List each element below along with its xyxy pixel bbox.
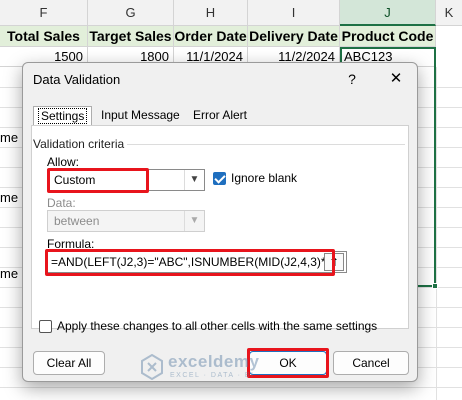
- highlight-formula: [45, 249, 335, 276]
- group-divider: [127, 144, 405, 145]
- apply-all-checkbox[interactable]: [39, 320, 52, 333]
- logo-icon: [141, 354, 163, 380]
- gridline: [0, 387, 462, 388]
- tab-input-message[interactable]: Input Message: [97, 106, 184, 126]
- table-header-row: Total Sales Target Sales Order Date Deli…: [0, 26, 462, 47]
- clear-all-button[interactable]: Clear All: [33, 351, 105, 375]
- tab-settings[interactable]: Settings: [33, 106, 93, 126]
- apply-all-label[interactable]: Apply these changes to all other cells w…: [57, 319, 377, 333]
- watermark-name: exceldemy: [168, 352, 260, 371]
- header-total-sales[interactable]: Total Sales: [0, 26, 88, 47]
- watermark-logo: exceldemy EXCEL · DATA · BI: [140, 352, 270, 382]
- gridline: [436, 67, 437, 400]
- dialog-title-bar[interactable]: Data Validation ? ✕: [23, 63, 417, 95]
- highlight-allow: [47, 168, 149, 193]
- header-delivery-date[interactable]: Delivery Date: [248, 26, 340, 47]
- edge-cell-text: me: [0, 266, 19, 281]
- data-select-value: between: [54, 214, 100, 228]
- column-header-g[interactable]: G: [88, 0, 174, 26]
- group-label: Validation criteria: [33, 137, 125, 151]
- close-icon[interactable]: ✕: [385, 69, 407, 89]
- chevron-down-icon: ▼: [184, 211, 204, 231]
- help-icon[interactable]: ?: [341, 69, 363, 89]
- column-header-i[interactable]: I: [248, 0, 340, 26]
- allow-label: Allow:: [47, 155, 80, 169]
- ignore-blank-label[interactable]: Ignore blank: [231, 171, 297, 185]
- column-header-f[interactable]: F: [0, 0, 88, 26]
- data-label: Data:: [47, 196, 76, 210]
- column-header-k[interactable]: K: [436, 0, 462, 26]
- data-select: between ▼: [47, 210, 205, 232]
- header-product-code[interactable]: Product Code: [340, 26, 436, 47]
- column-header-j[interactable]: J: [340, 0, 436, 26]
- watermark-tagline: EXCEL · DATA · BI: [170, 372, 255, 379]
- header-order-date[interactable]: Order Date: [174, 26, 248, 47]
- cancel-button[interactable]: Cancel: [333, 351, 409, 375]
- edge-cell-text: me: [0, 130, 19, 145]
- dialog-title: Data Validation: [33, 72, 121, 87]
- data-validation-dialog: Data Validation ? ✕ Settings Input Messa…: [22, 62, 418, 382]
- fill-handle[interactable]: [432, 283, 438, 289]
- column-header-row: F G H I J K: [0, 0, 462, 26]
- chevron-down-icon[interactable]: ▼: [184, 170, 204, 190]
- tab-error-alert[interactable]: Error Alert: [189, 106, 251, 126]
- ignore-blank-checkbox[interactable]: [213, 172, 226, 185]
- column-header-h[interactable]: H: [174, 0, 248, 26]
- tab-settings-label: Settings: [38, 108, 88, 124]
- header-target-sales[interactable]: Target Sales: [88, 26, 174, 47]
- edge-cell-text: me: [0, 190, 19, 205]
